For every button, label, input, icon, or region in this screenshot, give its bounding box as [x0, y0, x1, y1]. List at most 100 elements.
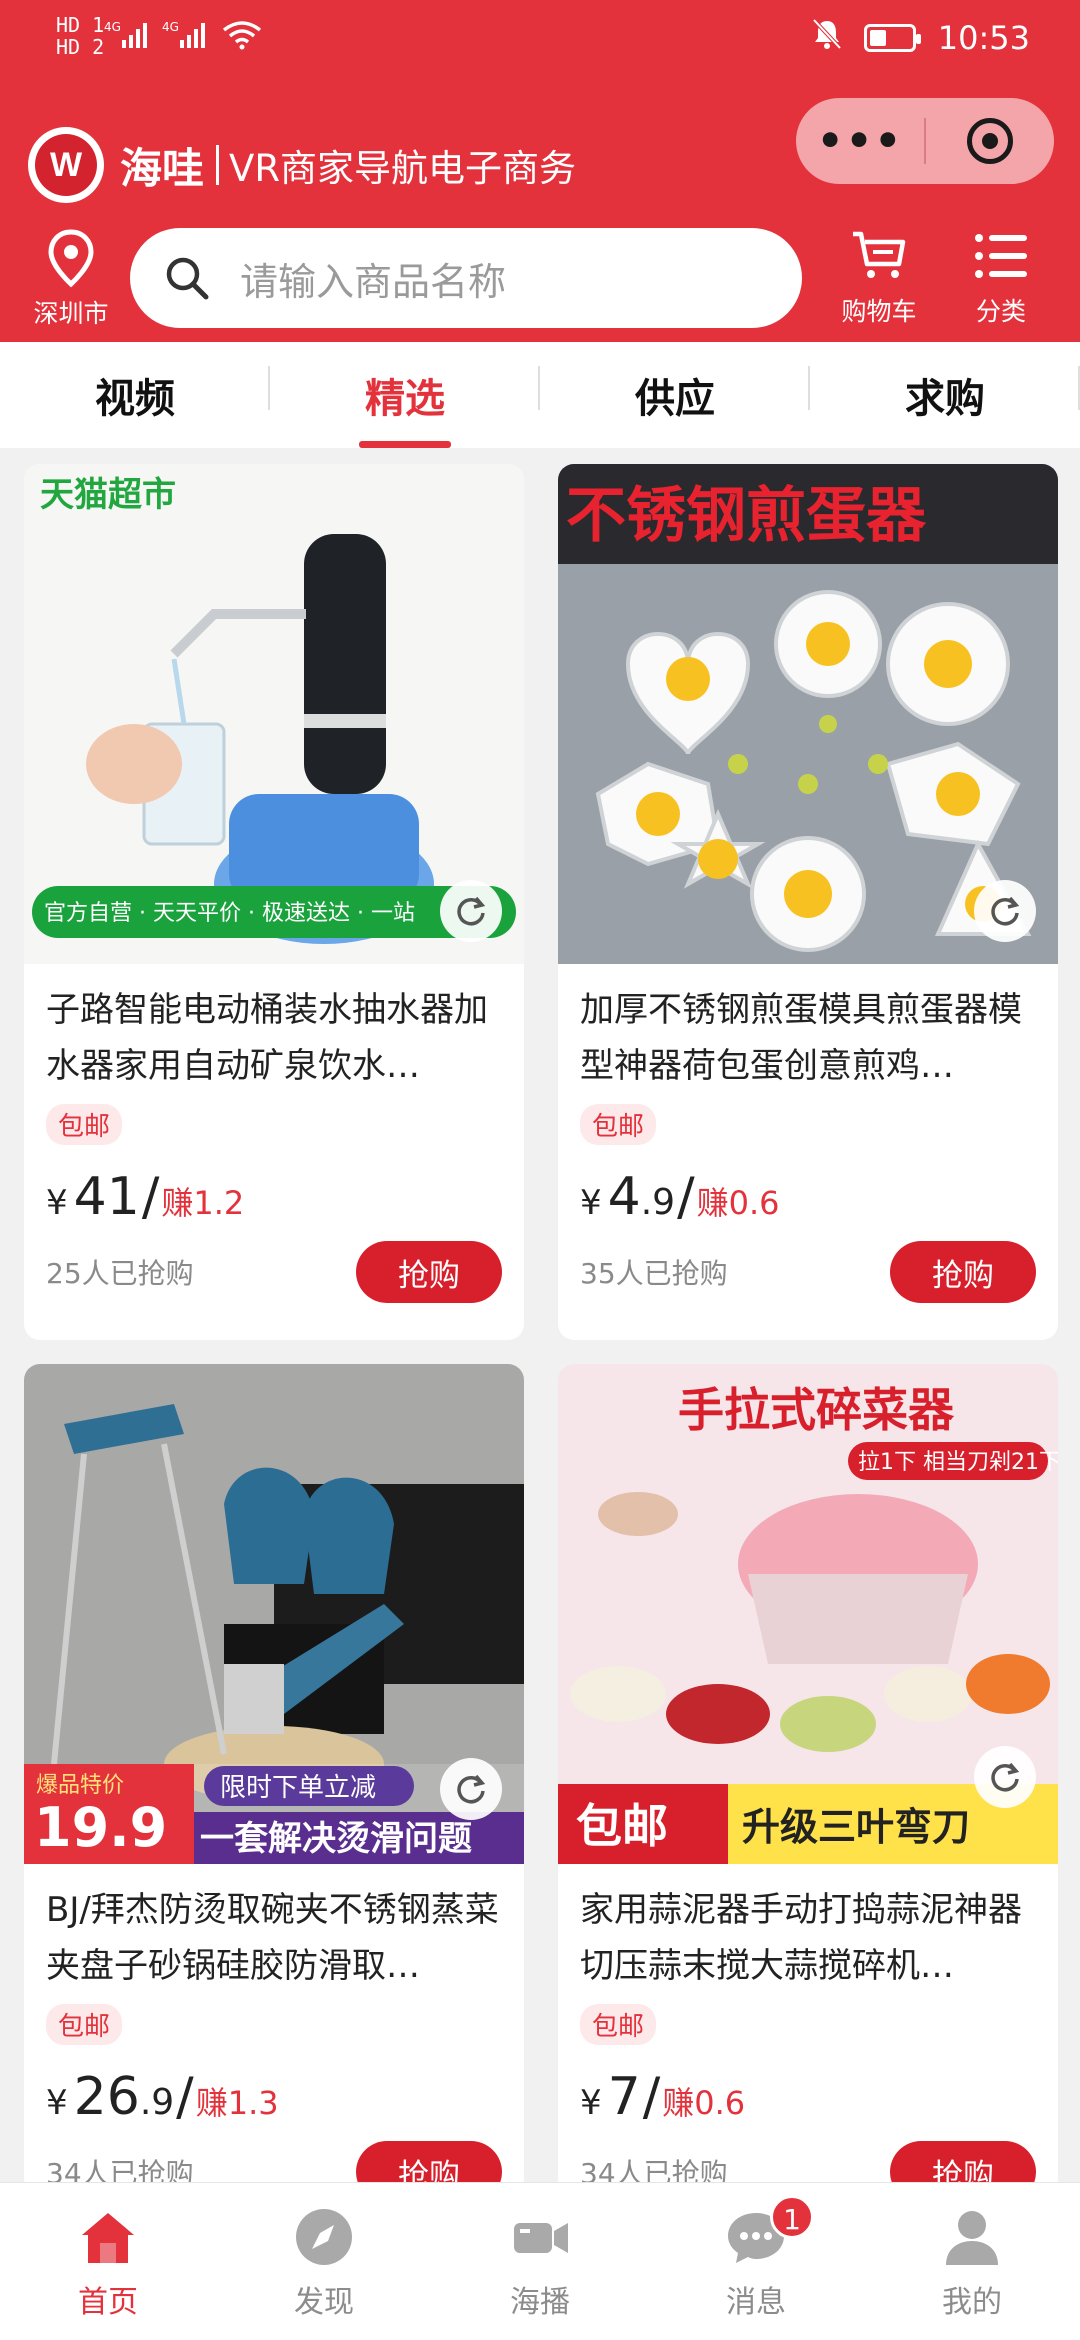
svg-text:4G: 4G — [162, 20, 179, 34]
more-menu-button[interactable]: ••• — [796, 98, 924, 184]
product-image[interactable]: 爆品特价 19.9 限时下单立减 一套解决烫滑问题 — [24, 1364, 524, 1864]
svg-text:天猫超市: 天猫超市 — [40, 475, 176, 515]
product-price: ¥ 7 / 赚0.6 — [580, 2067, 1058, 2127]
nav-messages[interactable]: 1 消息 — [648, 2183, 864, 2340]
signal-icon-2: 4G — [162, 20, 212, 57]
title-bar: W 海哇 VR商家导航电子商务 — [28, 122, 576, 208]
tab-video[interactable]: 视频 — [0, 342, 270, 448]
user-icon — [946, 2211, 998, 2265]
product-title[interactable]: 子路智能电动桶装水抽水器加水器家用自动矿泉饮水… — [46, 982, 502, 1094]
close-miniprogram-button[interactable] — [926, 118, 1054, 164]
free-shipping-badge: 包邮 — [46, 2004, 123, 2045]
sim2-label: HD 2 — [56, 35, 105, 59]
brand-name: 海哇 — [120, 143, 205, 193]
price-decimal: .9 — [640, 1182, 676, 1223]
tab-supply[interactable]: 供应 — [540, 342, 810, 448]
product-image[interactable]: 手拉式碎菜器 拉1下 相当刀剁21下 包邮 升级三叶弯刀 — [558, 1364, 1058, 1864]
product-title[interactable]: BJ/拜杰防烫取碗夹不锈钢蒸菜夹盘子砂锅硅胶防滑取… — [46, 1882, 502, 1994]
nav-label: 发现 — [294, 2285, 354, 2320]
card-footer: 34人已抢购 抢购 — [580, 2141, 1036, 2182]
svg-text:4G: 4G — [104, 20, 121, 34]
buy-now-button[interactable]: 抢购 — [890, 2141, 1036, 2182]
category-button[interactable]: 分类 — [946, 228, 1056, 328]
svg-text:官方自营 · 天天平价 · 极速送达 · 一站: 官方自营 · 天天平价 · 极速送达 · 一站 — [44, 901, 415, 926]
tab-label: 求购 — [905, 376, 985, 422]
nav-discover[interactable]: 发现 — [216, 2183, 432, 2340]
product-card[interactable]: 天猫超市 官方自营 · 天天平价 · 极速送达 · 一站 子路智能电动桶装水抽水… — [24, 464, 524, 1340]
search-placeholder: 请输入商品名称 — [240, 259, 507, 304]
target-icon — [967, 118, 1013, 164]
card-footer: 25人已抢购 抢购 — [46, 1241, 502, 1303]
video-camera-icon — [514, 2223, 568, 2253]
refresh-icon[interactable] — [974, 880, 1036, 942]
product-image[interactable]: 不锈钢煎蛋器 — [558, 464, 1058, 964]
buy-now-button[interactable]: 抢购 — [356, 1241, 502, 1303]
tab-label: 供应 — [635, 376, 715, 422]
sold-count: 34人已抢购 — [46, 2157, 194, 2182]
home-icon — [82, 2213, 134, 2263]
product-price: ¥ 41 / 赚1.2 — [46, 1167, 524, 1227]
price-separator: / — [176, 2067, 194, 2127]
refresh-icon[interactable] — [440, 880, 502, 942]
compass-icon — [296, 2209, 352, 2265]
tab-bar: 视频 精选 供应 求购 — [0, 342, 1080, 448]
location-pin-icon — [48, 229, 94, 288]
product-card[interactable]: 爆品特价 19.9 限时下单立减 一套解决烫滑问题 BJ/拜杰防烫取碗夹不锈钢蒸… — [24, 1364, 524, 2182]
svg-text:手拉式碎菜器: 手拉式碎菜器 — [678, 1383, 955, 1437]
free-shipping-badge: 包邮 — [580, 1104, 657, 1145]
price-integer: 4 — [607, 1167, 641, 1227]
svg-text:拉1下 相当刀剁21下: 拉1下 相当刀剁21下 — [858, 1450, 1058, 1475]
signal-icon-1: 4G — [104, 20, 150, 57]
product-image[interactable]: 天猫超市 官方自营 · 天天平价 · 极速送达 · 一站 — [24, 464, 524, 964]
product-title[interactable]: 家用蒜泥器手动打捣蒜泥神器切压蒜末搅大蒜搅碎机… — [580, 1882, 1036, 1994]
tab-featured[interactable]: 精选 — [270, 342, 540, 448]
price-separator: / — [677, 1167, 695, 1227]
svg-text:不锈钢煎蛋器: 不锈钢煎蛋器 — [566, 481, 927, 551]
location-label: 深圳市 — [33, 299, 109, 328]
title-divider — [216, 145, 220, 185]
currency-symbol: ¥ — [580, 2083, 602, 2123]
commission-amount: 赚0.6 — [696, 1184, 780, 1222]
sim1-label: HD 1 — [56, 13, 105, 37]
nav-home[interactable]: 首页 — [0, 2183, 216, 2340]
nav-profile[interactable]: 我的 — [864, 2183, 1080, 2340]
price-separator: / — [141, 1167, 160, 1227]
tab-purchase-request[interactable]: 求购 — [810, 342, 1080, 448]
price-decimal: .9 — [139, 2082, 175, 2123]
product-card[interactable]: 不锈钢煎蛋器 加厚不锈钢煎蛋模具煎蛋器模型神器荷包蛋创意煎鸡… 包邮 ¥ 4 .… — [558, 464, 1058, 1340]
logo-letter: W — [35, 134, 97, 196]
unread-badge: 1 — [770, 2195, 814, 2239]
product-title[interactable]: 加厚不锈钢煎蛋模具煎蛋器模型神器荷包蛋创意煎鸡… — [580, 982, 1036, 1094]
price-integer: 26 — [73, 2067, 140, 2127]
free-shipping-badge: 包邮 — [46, 1104, 123, 1145]
app-header: HD 1 HD 2 4G 4G 10:53 W 海哇 VR商家导航电子商务 ••… — [0, 0, 1080, 342]
product-price: ¥ 26 .9 / 赚1.3 — [46, 2067, 524, 2127]
currency-symbol: ¥ — [46, 2083, 68, 2123]
free-shipping-badge: 包邮 — [580, 2004, 657, 2045]
location-selector[interactable]: 深圳市 — [28, 228, 114, 330]
status-bar: HD 1 HD 2 4G 4G 10:53 — [0, 0, 1080, 80]
product-price: ¥ 4 .9 / 赚0.6 — [580, 1167, 1058, 1227]
nav-label: 消息 — [726, 2285, 786, 2320]
sold-count: 25人已抢购 — [46, 1257, 194, 1290]
svg-text:一套解决烫滑问题: 一套解决烫滑问题 — [200, 1819, 472, 1859]
commission-amount: 赚1.3 — [195, 2084, 279, 2122]
search-input[interactable]: 请输入商品名称 — [130, 228, 802, 328]
nav-label: 海播 — [510, 2285, 570, 2320]
brand-logo: W — [28, 127, 104, 203]
refresh-icon[interactable] — [974, 1746, 1036, 1808]
refresh-icon[interactable] — [440, 1758, 502, 1820]
wifi-icon — [222, 20, 262, 57]
tab-label: 精选 — [365, 376, 445, 422]
nav-live[interactable]: 海播 — [432, 2183, 648, 2340]
currency-symbol: ¥ — [580, 1183, 602, 1223]
svg-text:限时下单立减: 限时下单立减 — [220, 1773, 376, 1803]
product-card[interactable]: 手拉式碎菜器 拉1下 相当刀剁21下 包邮 升级三叶弯刀 家用蒜泥器手动打捣蒜泥… — [558, 1364, 1058, 2182]
cart-label: 购物车 — [841, 297, 917, 326]
nav-label: 首页 — [78, 2285, 138, 2320]
buy-now-button[interactable]: 抢购 — [356, 2141, 502, 2182]
cart-button[interactable]: 购物车 — [824, 228, 934, 328]
tab-label: 视频 — [95, 376, 175, 422]
sim-indicators: HD 1 HD 2 — [56, 14, 104, 58]
buy-now-button[interactable]: 抢购 — [890, 1241, 1036, 1303]
